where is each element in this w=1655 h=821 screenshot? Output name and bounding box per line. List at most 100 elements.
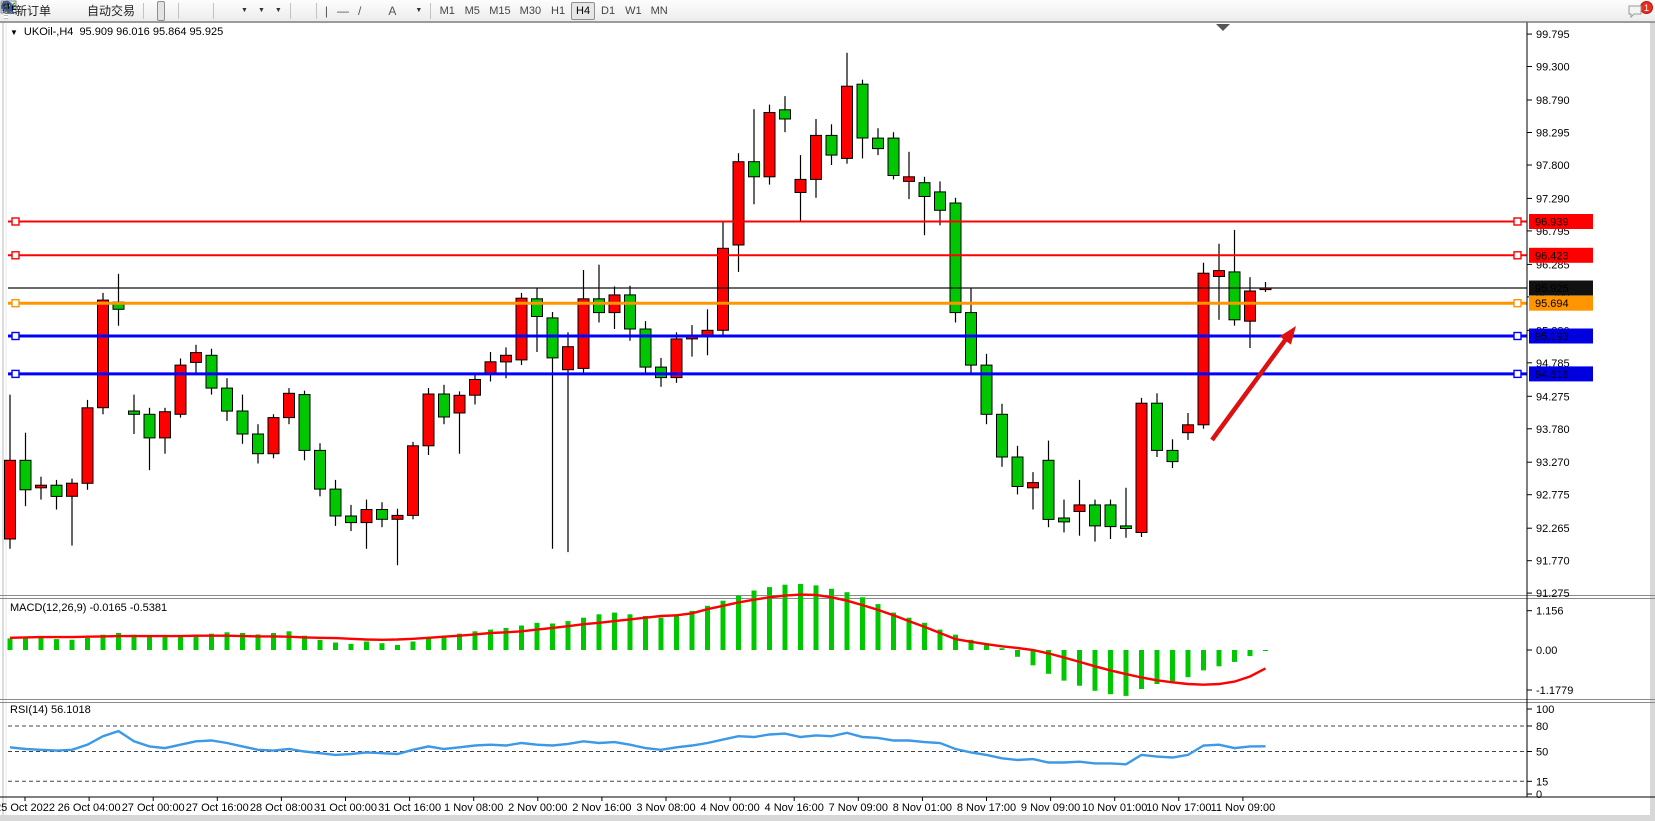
timeframe-m15-button[interactable]: M15 bbox=[485, 2, 514, 20]
vline-tool-button[interactable]: | bbox=[321, 1, 332, 21]
candle-down bbox=[222, 388, 233, 411]
hline-handle[interactable] bbox=[12, 333, 19, 340]
candle-down bbox=[20, 460, 31, 490]
macd-histogram-bar bbox=[1077, 650, 1082, 686]
search-icon bbox=[0, 0, 16, 16]
hline-handle[interactable] bbox=[12, 300, 19, 307]
macd-histogram-bar bbox=[1108, 650, 1113, 694]
line-chart-mode-button[interactable] bbox=[166, 1, 174, 21]
periods-button[interactable]: ▼ bbox=[253, 1, 269, 21]
candle-down bbox=[439, 394, 450, 417]
hline-handle[interactable] bbox=[1514, 370, 1521, 377]
candle-down bbox=[625, 295, 636, 329]
hline-handle[interactable] bbox=[12, 218, 19, 225]
macd-histogram-bar bbox=[953, 635, 958, 650]
macd-histogram-bar bbox=[1263, 650, 1268, 651]
chart-symbol-period: UKOil-,H4 bbox=[24, 26, 74, 38]
zoom-in-button[interactable] bbox=[183, 1, 191, 21]
candle-up bbox=[1183, 425, 1194, 433]
date-label: 2 Nov 16:00 bbox=[572, 802, 631, 814]
candle-up bbox=[578, 299, 589, 369]
hline-handle[interactable] bbox=[12, 370, 19, 377]
chat-button[interactable]: 1 bbox=[1627, 1, 1653, 21]
timeframe-m1-button[interactable]: M1 bbox=[435, 2, 459, 20]
macd-histogram-bar bbox=[612, 613, 617, 650]
templates-button[interactable]: ▼ bbox=[270, 1, 286, 21]
macd-histogram-bar bbox=[318, 640, 323, 650]
date-label: 31 Oct 00:00 bbox=[314, 802, 377, 814]
channel-tool-button[interactable]: E bbox=[366, 1, 374, 21]
candle-down bbox=[206, 355, 217, 388]
hline-handle[interactable] bbox=[1514, 333, 1521, 340]
macd-tick-label: -1.1779 bbox=[1536, 685, 1573, 697]
auto-trading-button[interactable]: 自动交易 bbox=[83, 1, 139, 21]
macd-histogram-bar bbox=[690, 611, 695, 650]
chart-shift-button[interactable] bbox=[227, 1, 235, 21]
hline-tool-button[interactable]: — bbox=[333, 1, 353, 21]
rsi-tick-label: 15 bbox=[1536, 776, 1548, 788]
market-watch-button[interactable] bbox=[56, 1, 64, 21]
candle-up bbox=[454, 395, 465, 413]
separator bbox=[143, 3, 144, 19]
signal-button[interactable] bbox=[74, 1, 82, 21]
date-label: 1 Nov 08:00 bbox=[444, 802, 503, 814]
hline-handle[interactable] bbox=[12, 252, 19, 259]
macd-histogram-bar bbox=[535, 623, 540, 650]
chat-bubble-icon bbox=[1627, 4, 1645, 20]
terminal-button[interactable] bbox=[65, 1, 73, 21]
timeframe-d1-button[interactable]: D1 bbox=[596, 2, 620, 20]
collapse-marker-icon[interactable]: ▼ bbox=[10, 28, 18, 37]
candlestick-mode-button[interactable] bbox=[157, 1, 165, 21]
candle-down bbox=[950, 203, 961, 313]
bar-chart-mode-button[interactable] bbox=[148, 1, 156, 21]
candle-down bbox=[1152, 403, 1163, 450]
arrows-tool-button[interactable]: ▼ bbox=[410, 1, 426, 21]
rsi-tick-label: 100 bbox=[1536, 704, 1554, 716]
candle-up bbox=[718, 248, 729, 330]
macd-histogram-bar bbox=[581, 618, 586, 650]
date-label: 2 Nov 00:00 bbox=[508, 802, 567, 814]
date-label: 10 Nov 17:00 bbox=[1146, 802, 1211, 814]
timeframe-h4-button[interactable]: H4 bbox=[571, 2, 595, 20]
timeframe-m5-button[interactable]: M5 bbox=[460, 2, 484, 20]
candle-down bbox=[888, 138, 899, 175]
zoom-out-button[interactable] bbox=[192, 1, 200, 21]
candle-down bbox=[377, 510, 388, 520]
candle-down bbox=[299, 395, 310, 451]
timeframe-h1-button[interactable]: H1 bbox=[546, 2, 570, 20]
indicators-button[interactable]: ▼ bbox=[236, 1, 252, 21]
macd-histogram-bar bbox=[519, 626, 524, 651]
macd-histogram-bar bbox=[984, 645, 989, 650]
label-tool-button[interactable]: T bbox=[401, 1, 409, 21]
macd-histogram-bar bbox=[1186, 650, 1191, 677]
candle-down bbox=[826, 135, 837, 155]
auto-scroll-button[interactable] bbox=[218, 1, 226, 21]
macd-histogram-bar bbox=[8, 638, 13, 650]
candle-up bbox=[423, 394, 434, 446]
text-tool-button[interactable]: A bbox=[384, 1, 400, 21]
candle-up bbox=[563, 347, 574, 370]
trendline-tool-button[interactable]: / bbox=[354, 1, 365, 21]
hline-handle[interactable] bbox=[1514, 300, 1521, 307]
tile-windows-button[interactable] bbox=[201, 1, 209, 21]
search-button[interactable] bbox=[1618, 1, 1626, 21]
hline-handle[interactable] bbox=[1514, 218, 1521, 225]
fibonacci-tool-button[interactable]: F bbox=[375, 1, 383, 21]
mt4-window: 新订单 自动交易 bbox=[0, 0, 1655, 821]
candle-down bbox=[594, 299, 605, 313]
timeframe-mn-button[interactable]: MN bbox=[647, 2, 672, 20]
macd-histogram-bar bbox=[1093, 650, 1098, 691]
cursor-tool-button[interactable] bbox=[295, 1, 303, 21]
hline-handle[interactable] bbox=[1514, 252, 1521, 259]
timeframe-m30-button[interactable]: M30 bbox=[516, 2, 545, 20]
candle-up bbox=[795, 179, 806, 192]
timeframe-w1-button[interactable]: W1 bbox=[621, 2, 646, 20]
candle-up bbox=[733, 162, 744, 245]
price-tick-label: 99.795 bbox=[1536, 29, 1570, 41]
crosshair-tool-button[interactable] bbox=[304, 1, 312, 21]
candle-up bbox=[82, 408, 93, 484]
new-order-button[interactable]: 新订单 bbox=[11, 1, 55, 21]
chart-header: ▼ UKOil-,H4 95.909 96.016 95.864 95.925 bbox=[10, 26, 223, 38]
candle-up bbox=[501, 355, 512, 362]
candle-up bbox=[1245, 291, 1256, 321]
